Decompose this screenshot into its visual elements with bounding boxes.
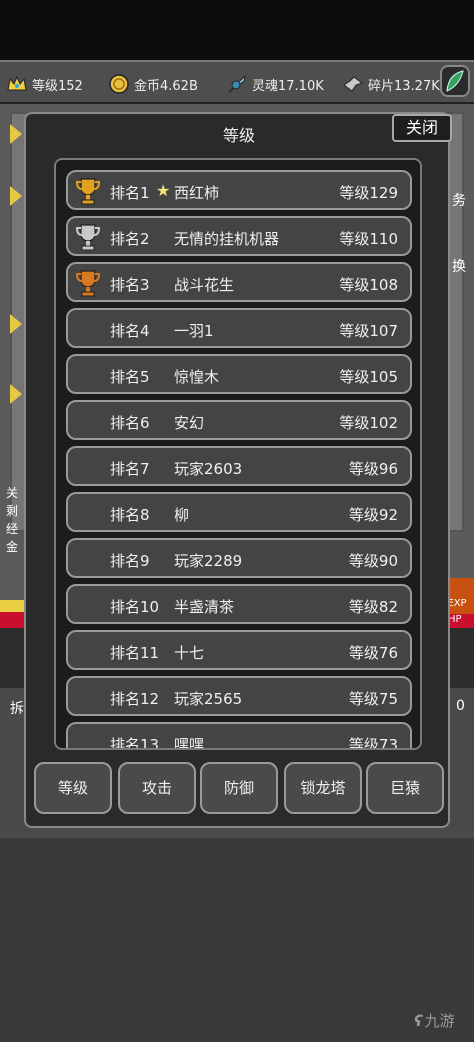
ranking-row[interactable]: 排名6 安幻 等级102 (66, 400, 412, 440)
player-level: 等级92 (348, 506, 398, 524)
ranking-row[interactable]: 排名8 柳 等级92 (66, 492, 412, 532)
player-level: 等级82 (348, 598, 398, 616)
player-name: 安幻 (174, 414, 205, 432)
ranking-row[interactable]: 排名9 玩家2289 等级90 (66, 538, 412, 578)
rank-label: 排名1 (110, 184, 150, 202)
leaf-button[interactable] (440, 65, 470, 97)
ranking-row[interactable]: 排名10 半盏清茶 等级82 (66, 584, 412, 624)
player-name: 十七 (174, 644, 205, 662)
ranking-row[interactable]: 排名3 战斗花生 等级108 (66, 262, 412, 302)
player-level: 等级105 (339, 368, 398, 386)
player-name: 嘿嘿 (174, 736, 205, 750)
soul-icon (228, 74, 246, 93)
resource-gold-label: 金币4.62B (134, 78, 198, 94)
player-level: 等级90 (348, 552, 398, 570)
close-button[interactable]: 关闭 (392, 114, 452, 142)
side-label-right: 务 (452, 193, 466, 209)
resource-level-label: 等级152 (32, 78, 83, 94)
trophy-bronze-icon (75, 270, 101, 297)
rank-label: 排名6 (110, 414, 150, 432)
star-icon: ★ (156, 181, 171, 200)
side-label-left: 剩 (6, 504, 19, 518)
crown-icon (7, 75, 27, 91)
resource-fragment-label: 碎片13.27K (368, 78, 440, 94)
tab-defense[interactable]: 防御 (200, 762, 278, 814)
player-level: 等级108 (339, 276, 398, 294)
leaf-icon (446, 70, 464, 92)
ranking-row[interactable]: 排名5 惊惶木 等级105 (66, 354, 412, 394)
watermark-text: 九游 (424, 1012, 455, 1030)
arrow-icon (10, 186, 22, 206)
fragment-icon (343, 76, 364, 92)
arrow-icon (10, 384, 22, 404)
coin-icon (109, 74, 129, 94)
tab-dragon-tower[interactable]: 锁龙塔 (284, 762, 362, 814)
rank-label: 排名9 (110, 552, 150, 570)
player-name: 惊惶木 (174, 368, 220, 386)
player-name: 半盏清茶 (174, 598, 235, 616)
side-label-left: 关 (6, 486, 19, 500)
ranking-row[interactable]: 排名12 玩家2565 等级75 (66, 676, 412, 716)
ranking-modal: 等级 关闭 排名1 ★ 西红柿 等级129 排名2 无情的挂机机器 等级110 排名3 战斗花生… (24, 112, 452, 828)
ranking-row[interactable]: 排名13 嘿嘿 等级73 (66, 722, 412, 750)
player-name: 玩家2603 (174, 460, 243, 478)
status-bar-area (0, 0, 474, 60)
trophy-gold-icon (75, 178, 101, 205)
tab-attack[interactable]: 攻击 (118, 762, 196, 814)
rank-label: 排名12 (110, 690, 160, 708)
watermark: ʕ 九游 (414, 1010, 455, 1031)
ranking-row[interactable]: 排名4 一羽1 等级107 (66, 308, 412, 348)
side-label-right: 换 (452, 259, 466, 275)
player-level: 等级107 (339, 322, 398, 340)
resource-gold: 金币4.62B (108, 73, 198, 95)
player-name: 玩家2289 (174, 552, 243, 570)
rank-label: 排名10 (110, 598, 160, 616)
rank-label: 排名8 (110, 506, 150, 524)
rank-label: 排名7 (110, 460, 150, 478)
ranking-row[interactable]: 排名1 ★ 西红柿 等级129 (66, 170, 412, 210)
player-level: 等级129 (339, 184, 398, 202)
tab-level[interactable]: 等级 (34, 762, 112, 814)
resource-soul: 灵魂17.10K (226, 73, 324, 95)
hp-label: HP (448, 614, 462, 625)
side-label-left: 金 (6, 540, 19, 554)
watermark-logo-icon: ʕ (414, 1011, 423, 1030)
player-level: 等级102 (339, 414, 398, 432)
side-label-left: 经 (6, 522, 19, 536)
ranking-row[interactable]: 排名11 十七 等级76 (66, 630, 412, 670)
arrow-icon (10, 314, 22, 334)
ranking-row[interactable]: 排名2 无情的挂机机器 等级110 (66, 216, 412, 256)
player-name: 战斗花生 (174, 276, 235, 294)
player-name: 柳 (174, 506, 190, 524)
lower-right-label: 0 (456, 698, 465, 714)
player-name: 无情的挂机机器 (174, 230, 280, 248)
tab-giant-ape[interactable]: 巨猿 (366, 762, 444, 814)
resource-level: 等级152 (6, 73, 83, 95)
ranking-list[interactable]: 排名1 ★ 西红柿 等级129 排名2 无情的挂机机器 等级110 排名3 战斗花生 等级108 排… (54, 158, 422, 750)
game-screen: 等级152 金币4.62B 灵魂17.10K 碎片13.27K 务 换 关 剩 … (0, 0, 474, 1042)
player-level: 等级75 (348, 690, 398, 708)
rank-label: 排名4 (110, 322, 150, 340)
resource-fragment: 碎片13.27K (342, 73, 440, 95)
arrow-icon (10, 124, 22, 144)
rank-label: 排名13 (110, 736, 160, 750)
resource-soul-label: 灵魂17.10K (252, 78, 324, 94)
rank-label: 排名5 (110, 368, 150, 386)
rank-label: 排名2 (110, 230, 150, 248)
resource-bar: 等级152 金币4.62B 灵魂17.10K 碎片13.27K (0, 60, 474, 104)
player-name: 玩家2565 (174, 690, 243, 708)
player-level: 等级73 (348, 736, 398, 750)
player-level: 等级96 (348, 460, 398, 478)
player-name: 一羽1 (174, 322, 214, 340)
modal-title: 等级 (222, 126, 255, 145)
ranking-tabs: 等级 攻击 防御 锁龙塔 巨猿 (34, 762, 444, 816)
rank-label: 排名3 (110, 276, 150, 294)
lower-left-label: 拆 (10, 701, 24, 717)
player-name: 西红柿 (174, 184, 220, 202)
rank-label: 排名11 (110, 644, 160, 662)
player-level: 等级110 (339, 230, 398, 248)
ranking-row[interactable]: 排名7 玩家2603 等级96 (66, 446, 412, 486)
player-level: 等级76 (348, 644, 398, 662)
trophy-silver-icon (75, 224, 101, 251)
